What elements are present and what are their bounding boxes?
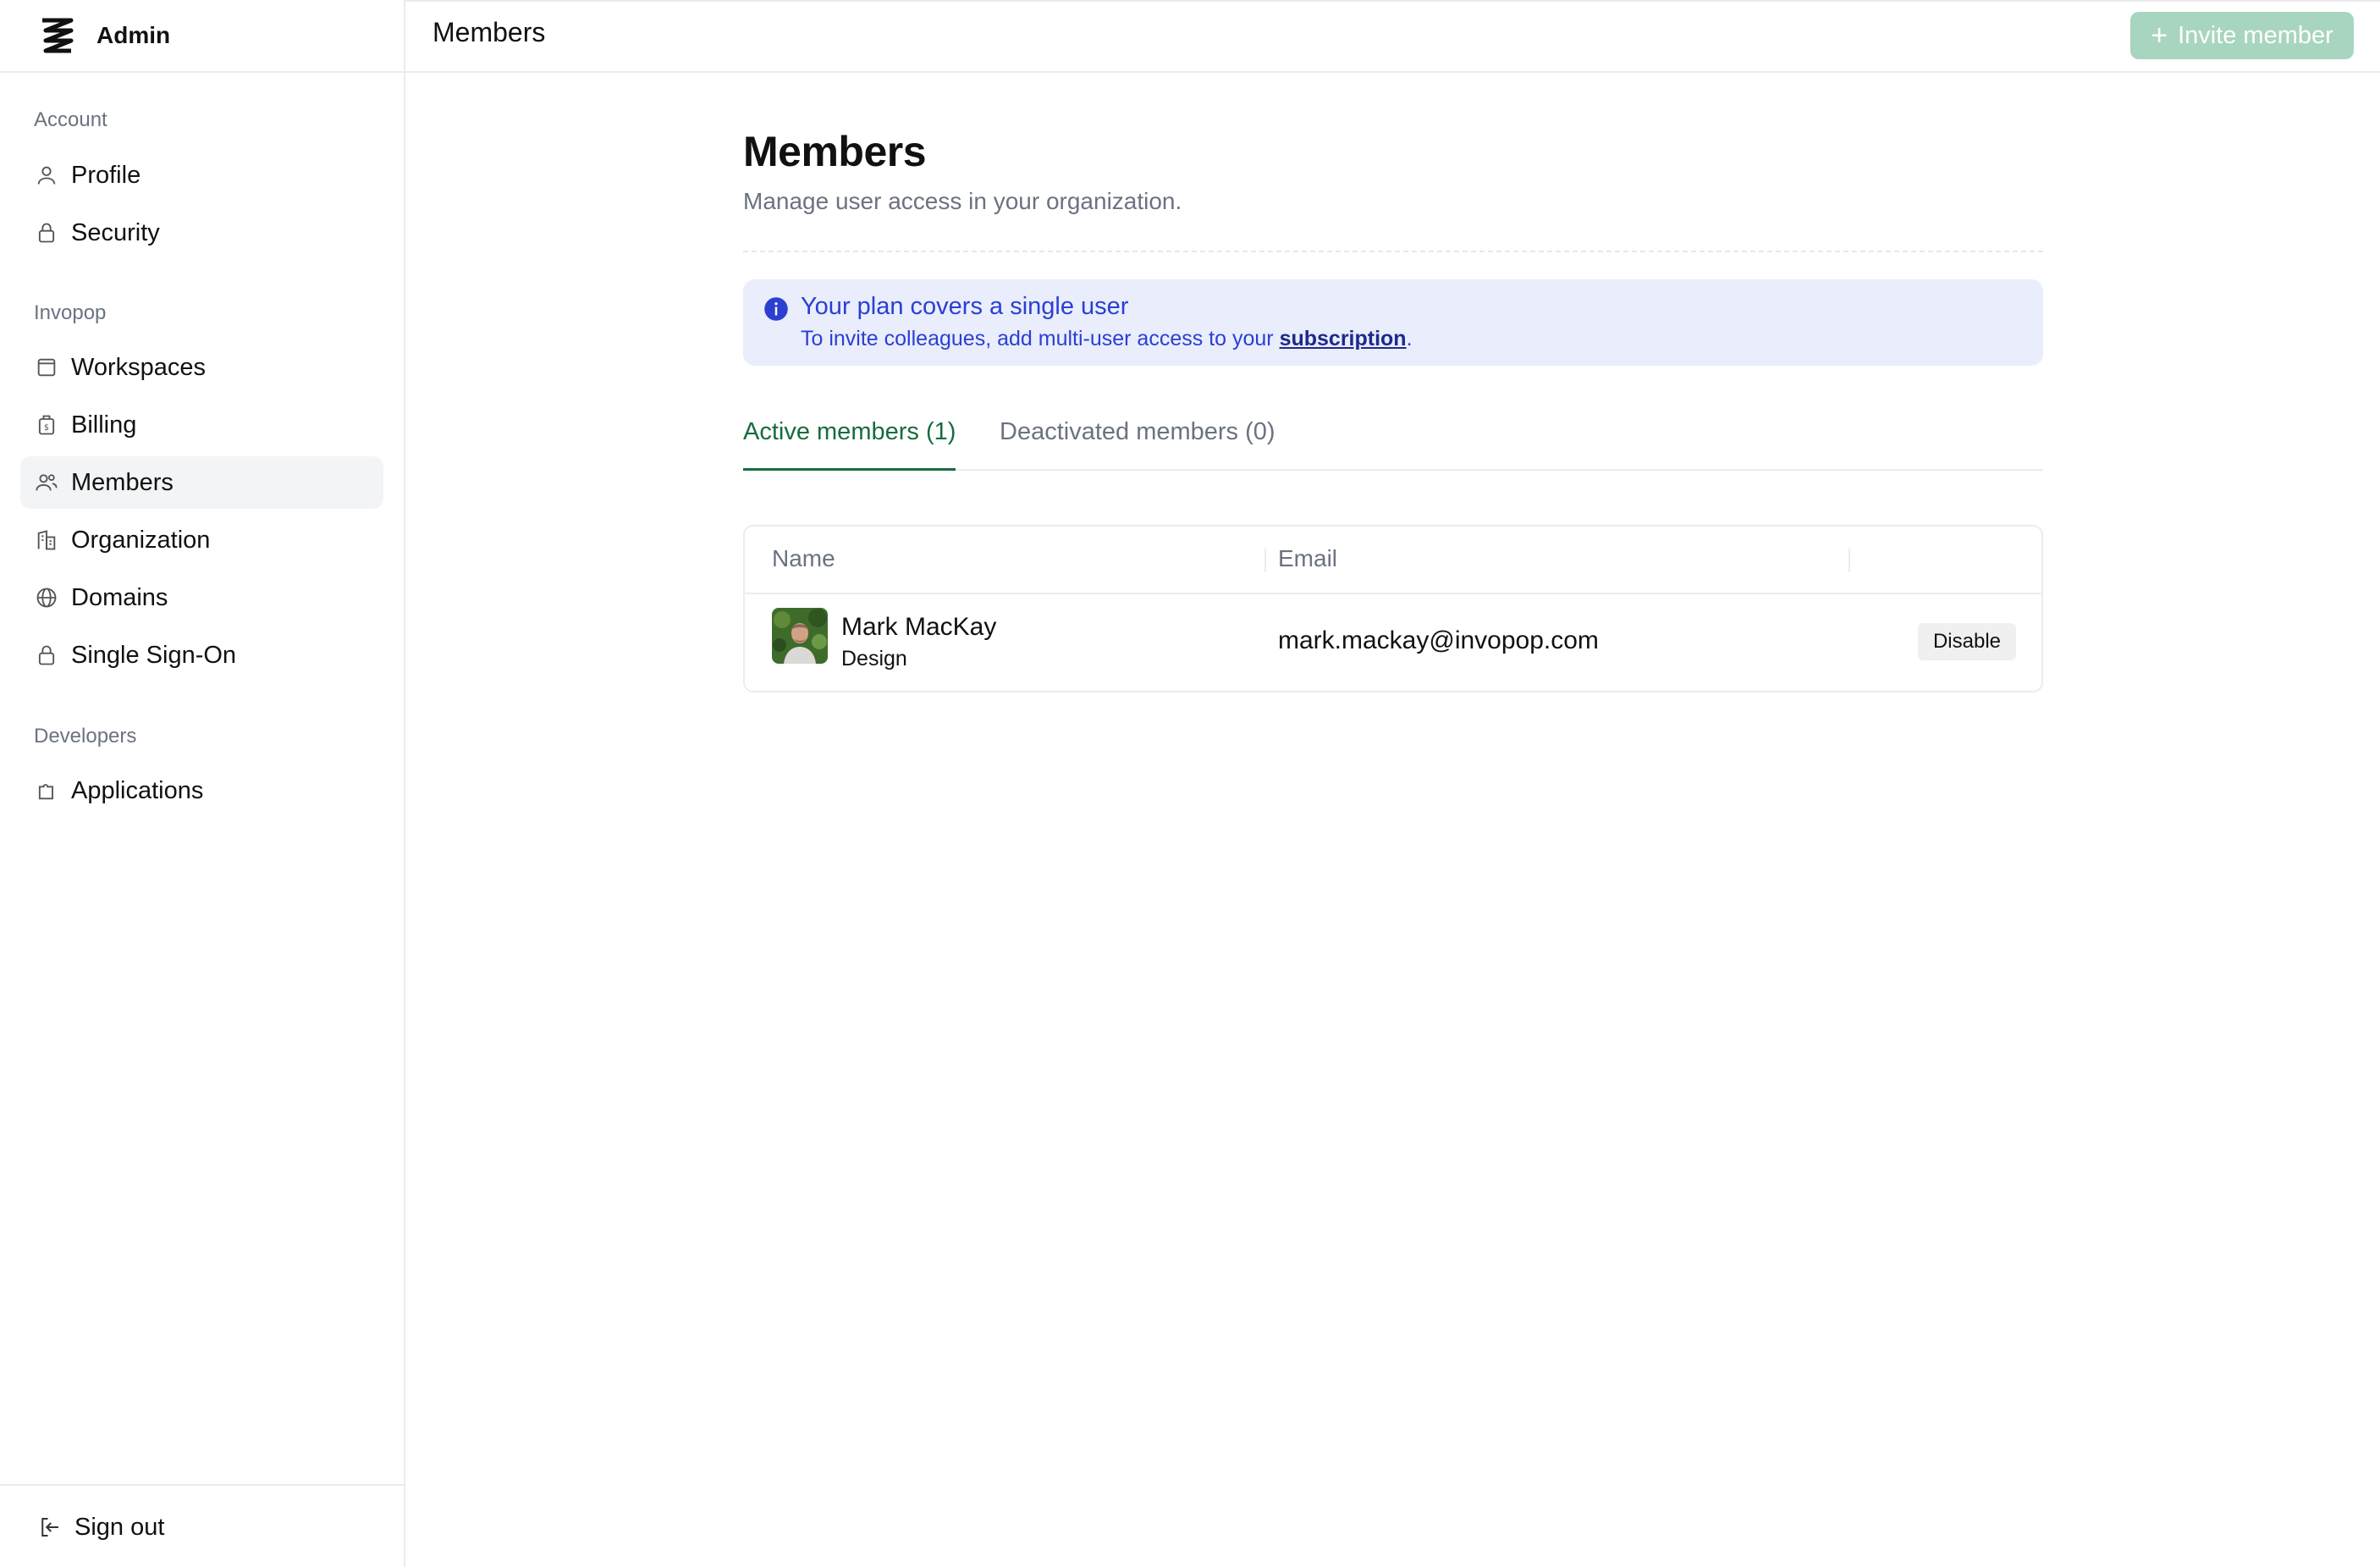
- globe-icon: [34, 585, 59, 610]
- sidebar-item-label: Organization: [71, 526, 211, 554]
- sidebar-item-label: Workspaces: [71, 353, 207, 381]
- lock-icon: [34, 643, 59, 668]
- sidebar-item-label: Members: [71, 468, 174, 496]
- billing-icon: $: [34, 412, 59, 438]
- page-subtitle: Manage user access in your organization.: [743, 188, 1182, 214]
- sign-out-button[interactable]: Sign out: [37, 1506, 164, 1548]
- sidebar-item-applications[interactable]: Applications: [20, 764, 383, 817]
- invopop-logo-icon: [36, 14, 80, 58]
- svg-text:$: $: [44, 423, 49, 433]
- column-separator: [1264, 549, 1266, 572]
- sidebar-item-label: Billing: [71, 411, 137, 439]
- tab-deactivated-members[interactable]: Deactivated members (0): [1000, 418, 1275, 471]
- sign-out-icon: [37, 1515, 63, 1540]
- alert-body: To invite colleagues, add multi-user acc…: [801, 327, 1413, 351]
- topbar-title: Members: [432, 17, 546, 47]
- members-table: Name Email Mark MacKay Design mark.macka…: [743, 525, 2043, 692]
- brand[interactable]: Admin: [0, 0, 404, 73]
- users-icon: [34, 470, 59, 495]
- sidebar-item-organization[interactable]: Organization: [20, 514, 383, 566]
- alert-body-text: To invite colleagues, add multi-user acc…: [801, 327, 1280, 350]
- nav-section-account: Account: [34, 108, 107, 131]
- avatar: [772, 608, 828, 664]
- table-header: Name Email: [745, 527, 2041, 594]
- window-icon: [34, 355, 59, 380]
- sidebar-item-profile[interactable]: Profile: [20, 149, 383, 201]
- member-tabs: Active members (1) Deactivated members (…: [743, 418, 2043, 471]
- plus-icon: +: [2151, 19, 2168, 52]
- plan-alert: Your plan covers a single user To invite…: [743, 279, 2043, 366]
- main-content: Members Manage user access in your organ…: [743, 127, 2043, 692]
- sidebar-item-security[interactable]: Security: [20, 207, 383, 259]
- invite-member-label: Invite member: [2178, 21, 2333, 49]
- sign-out-label: Sign out: [74, 1513, 165, 1541]
- column-header-email: Email: [1278, 545, 1338, 571]
- sidebar-item-members[interactable]: Members: [20, 456, 383, 509]
- section-divider: [743, 251, 2043, 252]
- topbar: Members + Invite member: [405, 0, 2380, 73]
- alert-body-suffix: .: [1406, 327, 1413, 350]
- sidebar-item-single-sign-on[interactable]: Single Sign-On: [20, 629, 383, 681]
- sidebar-item-label: Single Sign-On: [71, 641, 237, 669]
- sidebar-footer: Sign out: [0, 1484, 404, 1567]
- disable-member-button[interactable]: Disable: [1918, 623, 2016, 660]
- info-icon: [763, 296, 789, 322]
- invite-member-button[interactable]: + Invite member: [2130, 12, 2354, 59]
- lock-icon: [34, 220, 59, 246]
- subscription-link[interactable]: subscription: [1280, 327, 1407, 350]
- column-separator: [1848, 549, 1850, 572]
- tab-active-members[interactable]: Active members (1): [743, 418, 956, 471]
- sidebar-item-label: Security: [71, 218, 160, 246]
- nav-section-invopop: Invopop: [34, 301, 107, 324]
- alert-title: Your plan covers a single user: [801, 293, 1129, 320]
- user-icon: [34, 163, 59, 188]
- column-header-name: Name: [772, 545, 835, 571]
- sidebar-item-billing[interactable]: $ Billing: [20, 399, 383, 451]
- building-icon: [34, 527, 59, 553]
- member-department: Design: [841, 647, 907, 670]
- sidebar: Admin Account Profile Security Invopop W…: [0, 0, 405, 1567]
- sidebar-item-label: Domains: [71, 583, 168, 611]
- member-email: mark.mackay@invopop.com: [1278, 626, 1599, 654]
- sidebar-item-domains[interactable]: Domains: [20, 571, 383, 624]
- app-root: Admin Account Profile Security Invopop W…: [0, 0, 2380, 1567]
- brand-name: Admin: [96, 22, 171, 48]
- sidebar-item-label: Profile: [71, 161, 141, 189]
- sidebar-item-label: Applications: [71, 776, 204, 804]
- nav-section-developers: Developers: [34, 725, 137, 748]
- table-row: Mark MacKay Design mark.mackay@invopop.c…: [745, 594, 2041, 692]
- puzzle-icon: [34, 778, 59, 803]
- member-name: Mark MacKay: [841, 613, 997, 641]
- page-title: Members: [743, 128, 927, 175]
- sidebar-item-workspaces[interactable]: Workspaces: [20, 341, 383, 394]
